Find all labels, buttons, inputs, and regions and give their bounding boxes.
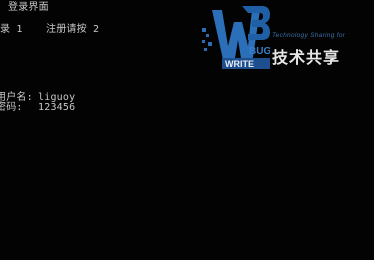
menu-login-option: 录 1 [0,24,23,35]
screen-title: 登录界面 [8,2,49,13]
password-value: 123456 [38,102,76,113]
wbug-logo-icon: BUG WRITE [202,6,270,69]
password-label: 密码: [0,102,23,113]
watermark-tagline: Technology Sharing for [272,32,346,39]
watermark-brand: 技术共享 [272,50,341,67]
svg-text:WRITE: WRITE [225,59,254,69]
svg-text:BUG: BUG [249,46,270,57]
console-window: 登录界面 录 1 注册请按 2 用户名: liguoy 密码: 123456 B… [0,0,374,260]
watermark-logo: BUG WRITE Technology Sharing for 技术共享 [196,6,374,72]
menu-register-option: 注册请按 2 [46,24,100,35]
